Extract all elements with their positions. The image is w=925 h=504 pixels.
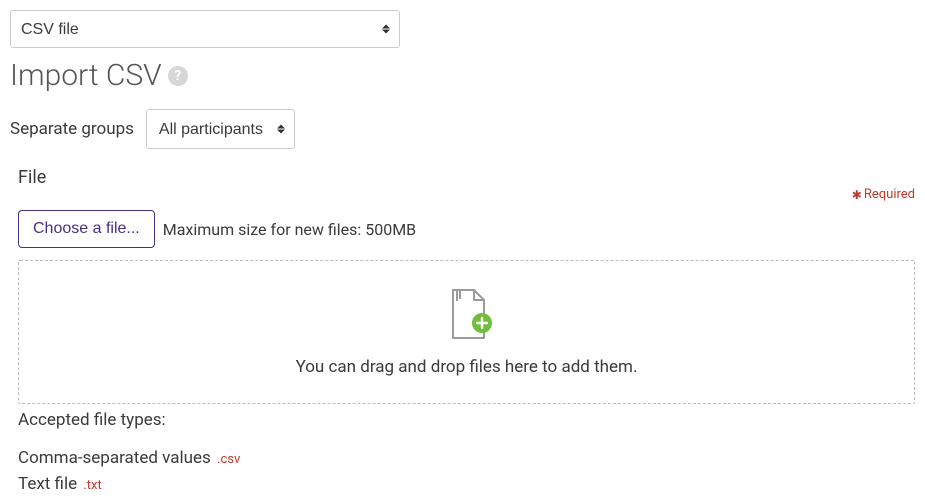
- page-title: Import CSV ?: [10, 58, 915, 93]
- groups-label: Separate groups: [10, 119, 134, 139]
- max-size-text: Maximum size for new files: 500MB: [163, 220, 416, 239]
- groups-select[interactable]: All participants: [146, 109, 295, 149]
- required-indicator: ✱ Required: [852, 167, 915, 202]
- format-select[interactable]: CSV file: [10, 10, 400, 48]
- drop-hint: You can drag and drop files here to add …: [29, 357, 904, 377]
- file-dropzone[interactable]: You can drag and drop files here to add …: [18, 260, 915, 404]
- accepted-type-row: Text file .txt: [18, 474, 915, 494]
- choose-file-button[interactable]: Choose a file...: [18, 210, 155, 248]
- asterisk-icon: ✱: [852, 189, 862, 201]
- accepted-types-label: Accepted file types:: [18, 410, 915, 430]
- help-icon[interactable]: ?: [168, 66, 188, 86]
- file-add-icon: [29, 287, 904, 341]
- required-text: Required: [864, 187, 915, 202]
- page-title-text: Import CSV: [10, 58, 162, 93]
- format-select-wrap: CSV file: [10, 10, 400, 48]
- accepted-type-name: Text file: [18, 474, 77, 494]
- accepted-type-row: Comma-separated values .csv: [18, 448, 915, 468]
- file-label: File: [18, 167, 46, 188]
- accepted-type-ext: .csv: [217, 452, 240, 467]
- groups-select-wrap: All participants: [146, 109, 295, 149]
- accepted-type-name: Comma-separated values: [18, 448, 211, 468]
- accepted-type-ext: .txt: [83, 478, 101, 493]
